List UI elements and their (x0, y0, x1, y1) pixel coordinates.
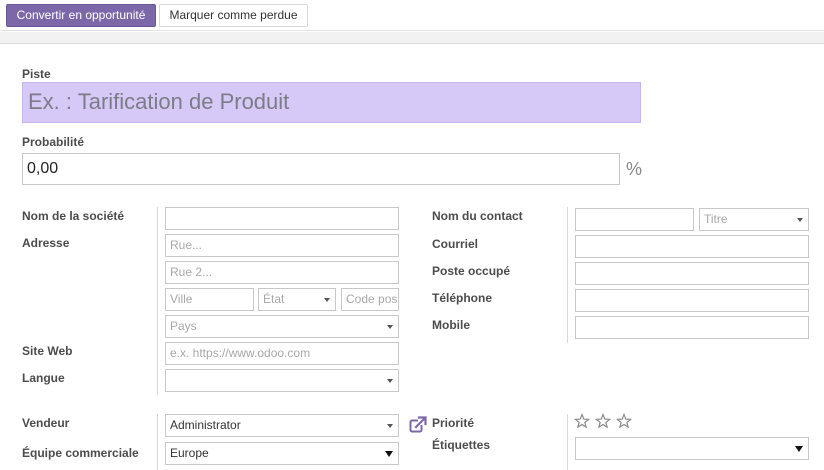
priority-stars[interactable] (574, 412, 634, 430)
lead-name-input[interactable]: Ex. : Tarification de Produit (22, 82, 641, 123)
contact-name-input[interactable] (575, 208, 694, 231)
zip-input[interactable]: Code pos (341, 288, 399, 311)
email-input[interactable] (575, 235, 809, 258)
address-label: Adresse (22, 236, 70, 250)
mobile-label: Mobile (432, 318, 470, 332)
column-divider (567, 207, 568, 343)
lead-label: Piste (22, 67, 51, 81)
star-outline-icon[interactable] (574, 412, 591, 429)
tags-label: Étiquettes (432, 438, 491, 452)
column-divider (567, 414, 568, 470)
website-input[interactable]: e.x. https://www.odoo.com (165, 342, 399, 365)
phone-label: Téléphone (432, 291, 493, 305)
language-label: Langue (22, 371, 65, 385)
probability-label: Probabilité (22, 135, 85, 149)
mobile-input[interactable] (575, 316, 809, 339)
company-label: Nom de la société (22, 209, 125, 223)
sales-team-label: Équipe commerciale (22, 446, 139, 460)
column-divider (157, 207, 158, 395)
statusbar-strip (0, 32, 824, 44)
star-outline-icon[interactable] (615, 412, 633, 429)
contact-name-label: Nom du contact (432, 209, 523, 223)
star-outline-icon[interactable] (594, 412, 612, 429)
sales-team-select[interactable]: Europe (165, 442, 399, 465)
phone-input[interactable] (575, 289, 809, 312)
state-select[interactable]: État (258, 288, 336, 311)
email-label: Courriel (432, 237, 479, 251)
convert-to-opportunity-button[interactable]: Convertir en opportunité (6, 4, 156, 27)
company-input[interactable] (165, 207, 399, 230)
external-link-icon[interactable] (409, 416, 427, 434)
salesperson-select[interactable]: Administrator (165, 414, 399, 437)
website-label: Site Web (22, 344, 73, 358)
city-input[interactable]: Ville (165, 288, 254, 311)
tags-select[interactable] (575, 437, 809, 460)
job-position-input[interactable] (575, 262, 809, 285)
priority-label: Priorité (432, 416, 475, 430)
percent-sign: % (626, 159, 643, 179)
mark-as-lost-button[interactable]: Marquer comme perdue (159, 4, 308, 27)
street-input[interactable]: Rue... (165, 234, 399, 257)
probability-input[interactable]: 0,00 (22, 153, 620, 185)
country-select[interactable]: Pays (165, 315, 399, 338)
street2-input[interactable]: Rue 2... (165, 261, 399, 284)
control-panel: Convertir en opportunité Marquer comme p… (0, 0, 824, 31)
language-select[interactable] (165, 369, 399, 392)
salesperson-label: Vendeur (22, 416, 70, 430)
column-divider (157, 414, 158, 470)
job-position-label: Poste occupé (432, 264, 511, 278)
title-select[interactable]: Titre (699, 208, 809, 231)
